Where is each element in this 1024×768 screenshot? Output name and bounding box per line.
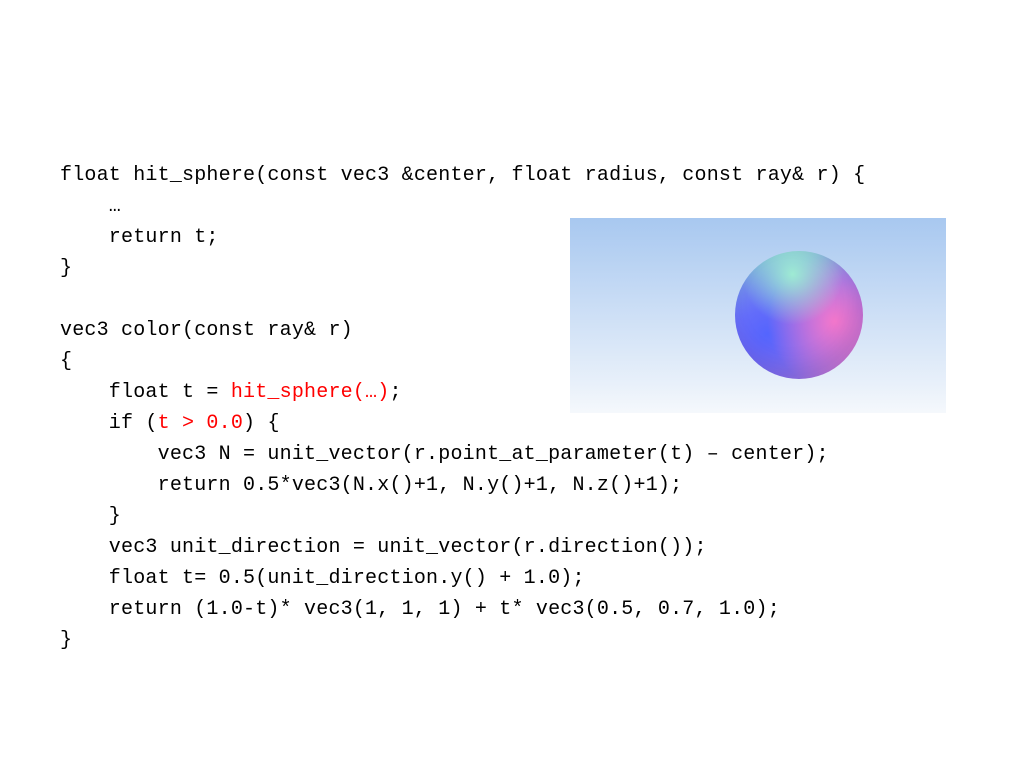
code-line: float t= 0.5(unit_direction.y() + 1.0); [60,567,585,590]
code-line: float hit_sphere(const vec3 &center, flo… [60,164,865,187]
code-line: return 0.5*vec3(N.x()+1, N.y()+1, N.z()+… [60,474,682,497]
code-line: float t = [60,381,231,404]
code-line: } [60,505,121,528]
code-line: return (1.0-t)* vec3(1, 1, 1) + t* vec3(… [60,598,780,621]
code-line: { [60,350,72,373]
code-line: return t; [60,226,219,249]
code-line-tail: ) { [243,412,280,435]
code-line: } [60,629,72,652]
code-line-tail: ; [389,381,401,404]
code-highlight: hit_sphere(…) [231,381,390,404]
code-highlight: t > 0.0 [158,412,243,435]
render-output-image [570,218,946,413]
code-line: … [60,195,121,218]
code-line: if ( [60,412,158,435]
code-line: vec3 N = unit_vector(r.point_at_paramete… [60,443,829,466]
code-line: vec3 unit_direction = unit_vector(r.dire… [60,536,707,559]
rendered-sphere [735,251,863,379]
code-line: vec3 color(const ray& r) [60,319,353,342]
code-line: } [60,257,72,280]
slide: float hit_sphere(const vec3 &center, flo… [0,0,1024,768]
